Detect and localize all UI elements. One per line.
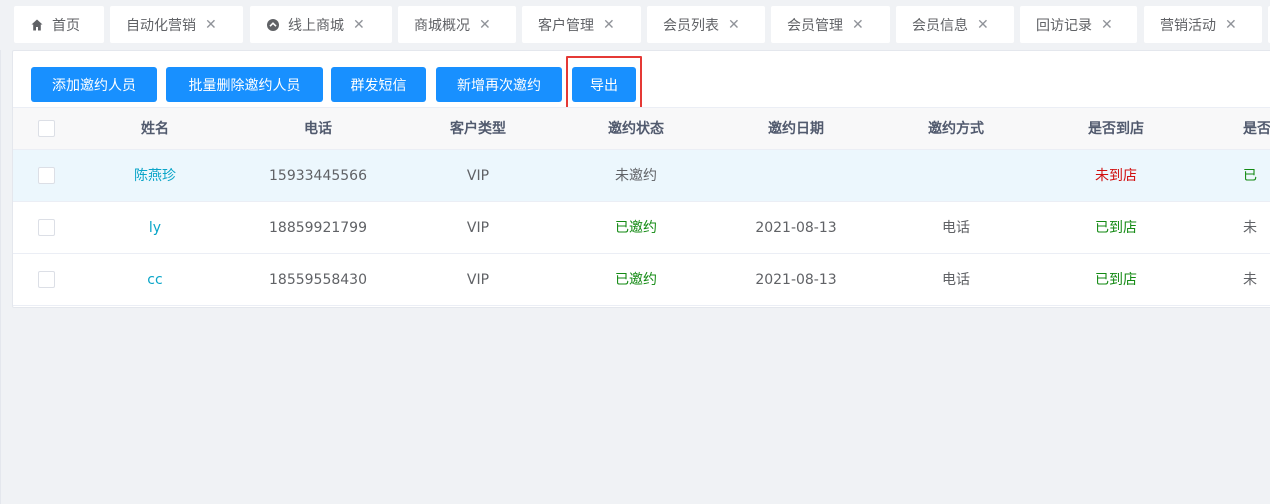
cell-invite-method: 电话 [942,220,970,236]
select-all-checkbox[interactable] [38,120,55,137]
close-icon[interactable]: ✕ [353,18,365,32]
tab-bar: 首页 自动化营销 ✕ 线上商城 ✕ 商城概况 ✕ 客户管理 ✕ 会员列表 ✕ 会… [0,0,1270,50]
batch-delete-invitees-button[interactable]: 批量删除邀约人员 [166,67,323,102]
tab-mall-overview[interactable]: 商城概况 ✕ [398,6,516,43]
group-sms-button[interactable]: 群发短信 [331,67,426,102]
add-invitee-button[interactable]: 添加邀约人员 [31,67,157,102]
tab-online-mall[interactable]: 线上商城 ✕ [250,6,392,43]
tab-label: 会员信息 [912,17,968,34]
close-icon[interactable]: ✕ [977,18,989,32]
home-icon [30,18,44,32]
tab-label: 回访记录 [1036,17,1092,34]
tab-label: 会员列表 [663,17,719,34]
tab-label: 会员管理 [787,17,843,34]
cell-phone: 18559558430 [269,272,367,288]
customer-name-link[interactable]: ly [95,202,215,254]
export-button[interactable]: 导出 [572,67,636,102]
tab-label: 客户管理 [538,17,594,34]
cell-arrived: 已到店 [1095,220,1137,236]
cell-invite-method: 电话 [942,272,970,288]
cell-arrived: 已到店 [1095,272,1137,288]
cell-customer-type: VIP [466,168,490,184]
cell-extra: 已 [1243,168,1257,184]
cell-invite-status: 已邀约 [615,272,657,288]
cell-invite-date: 2021-08-13 [755,220,837,236]
header-invite-status: 邀约状态 [608,121,664,137]
tab-automation-marketing[interactable]: 自动化营销 ✕ [110,6,243,43]
tab-member-management[interactable]: 会员管理 ✕ [771,6,890,43]
close-icon[interactable]: ✕ [479,18,491,32]
circle-arrow-icon [266,18,280,32]
invite-table: 姓名 电话 客户类型 邀约状态 邀约日期 邀约方式 是否到店 是否 陈燕珍 15… [13,107,1270,306]
customer-name-link[interactable]: cc [95,254,215,306]
close-icon[interactable]: ✕ [728,18,740,32]
tab-member-list[interactable]: 会员列表 ✕ [647,6,765,43]
content-left-border [0,50,1,504]
header-customer-type: 客户类型 [450,121,506,137]
tab-member-info[interactable]: 会员信息 ✕ [896,6,1014,43]
cell-extra: 未 [1243,220,1257,236]
tab-label: 首页 [52,17,80,34]
cell-invite-status: 未邀约 [615,168,657,184]
cell-invite-date [736,150,856,202]
close-icon[interactable]: ✕ [1225,18,1237,32]
tab-marketing-activities[interactable]: 营销活动 ✕ [1144,6,1262,43]
cell-customer-type: VIP [466,272,490,288]
add-reinvite-button[interactable]: 新增再次邀约 [436,67,562,102]
tab-label: 自动化营销 [126,17,196,34]
header-invite-date: 邀约日期 [768,121,824,137]
cell-invite-date: 2021-08-13 [755,272,837,288]
invite-list-panel: 添加邀约人员 批量删除邀约人员 群发短信 新增再次邀约 导出 姓名 电话 客户类… [12,50,1270,308]
close-icon[interactable]: ✕ [852,18,864,32]
cell-phone: 18859921799 [269,220,367,236]
tab-customer-management[interactable]: 客户管理 ✕ [522,6,641,43]
close-icon[interactable]: ✕ [205,18,217,32]
close-icon[interactable]: ✕ [603,18,615,32]
row-checkbox[interactable] [38,271,55,288]
header-phone: 电话 [304,121,332,137]
cell-extra: 未 [1243,272,1257,288]
table-row[interactable]: cc 18559558430 VIP 已邀约 2021-08-13 电话 已到店… [13,254,1270,306]
table-row[interactable]: 陈燕珍 15933445566 VIP 未邀约 未到店 已 [13,150,1270,202]
row-checkbox[interactable] [38,167,55,184]
tab-home[interactable]: 首页 [14,6,104,43]
tab-label: 商城概况 [414,17,470,34]
header-invite-method: 邀约方式 [928,121,984,137]
cell-invite-method [896,150,1016,202]
table-header: 姓名 电话 客户类型 邀约状态 邀约日期 邀约方式 是否到店 是否 [13,107,1270,150]
tab-return-visit-records[interactable]: 回访记录 ✕ [1020,6,1137,43]
header-arrived: 是否到店 [1088,121,1144,137]
header-name: 姓名 [141,121,169,137]
cell-phone: 15933445566 [269,168,367,184]
toolbar: 添加邀约人员 批量删除邀约人员 群发短信 新增再次邀约 导出 [13,51,1270,112]
cell-invite-status: 已邀约 [615,220,657,236]
close-icon[interactable]: ✕ [1101,18,1113,32]
cell-arrived: 未到店 [1095,168,1137,184]
table-row[interactable]: ly 18859921799 VIP 已邀约 2021-08-13 电话 已到店… [13,202,1270,254]
tab-label: 营销活动 [1160,17,1216,34]
row-checkbox[interactable] [38,219,55,236]
header-extra: 是否 [1243,121,1270,137]
tab-label: 线上商城 [288,17,344,34]
cell-customer-type: VIP [466,220,490,236]
customer-name-link[interactable]: 陈燕珍 [95,150,215,202]
